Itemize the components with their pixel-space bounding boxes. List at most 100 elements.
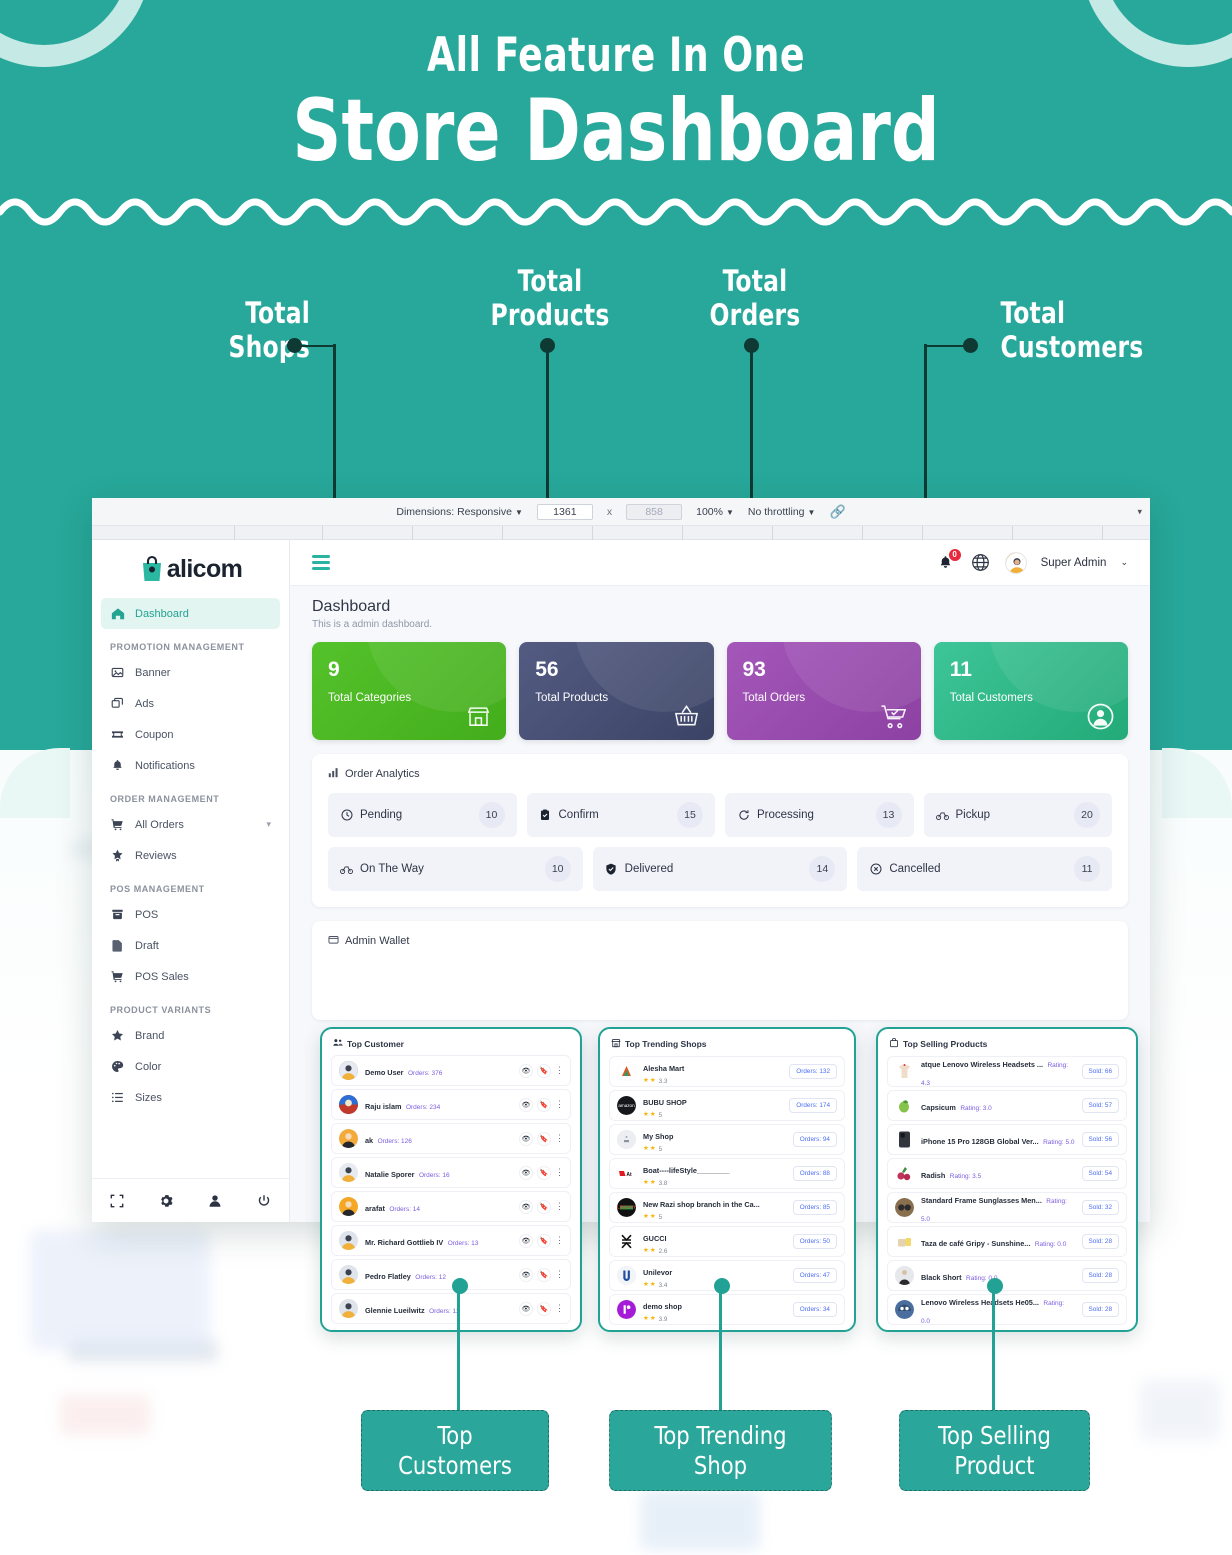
user-name[interactable]: Super Admin	[1041, 557, 1107, 569]
sidebar-item-notifications[interactable]: Notifications	[101, 750, 280, 781]
list-item[interactable]: Pedro Flatley Orders: 12 👁 🔖 ⋮	[331, 1259, 571, 1290]
sidebar-item-coupon[interactable]: Coupon	[101, 719, 280, 750]
list-item[interactable]: Radish Rating: 3.5 Sold: 54	[887, 1158, 1127, 1189]
list-item[interactable]: Black Short Rating: 0.0 Sold: 28	[887, 1260, 1127, 1291]
stat-card-total-products[interactable]: 56 Total Products	[519, 642, 714, 740]
globe-icon[interactable]	[971, 553, 991, 573]
gear-icon[interactable]	[159, 1194, 173, 1208]
sidebar-item-reviews[interactable]: Reviews	[101, 840, 280, 871]
eye-icon[interactable]: 👁	[519, 1301, 533, 1316]
sidebar-item-dashboard[interactable]: Dashboard	[101, 598, 280, 629]
bookmark-icon[interactable]: 🔖	[537, 1063, 551, 1078]
list-item[interactable]: Demo User Orders: 376 👁 🔖 ⋮	[331, 1055, 571, 1086]
shop-logo	[617, 1300, 636, 1319]
viewport-height-input[interactable]: 858	[626, 503, 683, 520]
sidebar-item-sizes[interactable]: Sizes	[101, 1082, 280, 1113]
list-item-meta: demo shop ★ ★ 3.9	[643, 1296, 786, 1323]
bookmark-icon[interactable]: 🔖	[537, 1131, 551, 1146]
toolbar-overflow-caret[interactable]: ▾	[1137, 506, 1142, 517]
brand-logo[interactable]: alicom	[92, 540, 289, 598]
list-item[interactable]: Glennie Lueilwitz Orders: 11 👁 🔖 ⋮	[331, 1293, 571, 1324]
sidebar-item-ads[interactable]: Ads	[101, 688, 280, 719]
eye-icon[interactable]: 👁	[519, 1063, 533, 1078]
eye-icon[interactable]: 👁	[519, 1131, 533, 1146]
row-actions: 👁 🔖 ⋮	[519, 1097, 564, 1112]
list-item[interactable]: Raju islam Orders: 234 👁 🔖 ⋮	[331, 1089, 571, 1120]
list-item[interactable]: Alesha Mart ★ ★ 3.3 Orders: 132	[609, 1056, 845, 1087]
list-item[interactable]: Mr. Richard Gottlieb IV Orders: 13 👁 🔖 ⋮	[331, 1225, 571, 1256]
order-status-processing[interactable]: Processing 13	[725, 793, 914, 837]
dimensions-select[interactable]: Dimensions: Responsive ▼	[396, 506, 522, 518]
more-options-icon[interactable]: ⋮	[555, 1235, 564, 1246]
more-options-icon[interactable]: ⋮	[555, 1133, 564, 1144]
list-item[interactable]: LEGACY New Razi shop branch in the Ca...…	[609, 1192, 845, 1223]
devtools-responsive-toolbar[interactable]: Dimensions: Responsive ▼ 1361 x 858 100% ▼…	[92, 498, 1150, 526]
list-item[interactable]: demo shop ★ ★ 3.9 Orders: 34	[609, 1294, 845, 1325]
throttling-select[interactable]: No throttling ▼	[748, 506, 816, 518]
eye-icon[interactable]: 👁	[519, 1097, 533, 1112]
product-name: Capsicum	[921, 1102, 956, 1112]
bookmark-icon[interactable]: 🔖	[537, 1301, 551, 1316]
user-icon[interactable]	[208, 1194, 222, 1208]
shop-name: Alesha Mart	[643, 1064, 685, 1074]
list-item[interactable]: arafat Orders: 14 👁 🔖 ⋮	[331, 1191, 571, 1222]
link-icon[interactable]: 🔗	[829, 504, 845, 520]
stat-card-total-categories[interactable]: 9 Total Categories	[312, 642, 507, 740]
order-status-delivered[interactable]: Delivered 14	[592, 847, 848, 891]
list-item[interactable]: atque Lenovo Wireless Headsets ... Ratin…	[887, 1056, 1127, 1087]
bookmark-icon[interactable]: 🔖	[537, 1097, 551, 1112]
order-status-label: Confirm	[558, 809, 599, 821]
list-item[interactable]: GUCCI ★ ★ 2.6 Orders: 50	[609, 1226, 845, 1257]
list-item[interactable]: Natalie Sporer Orders: 16 👁 🔖 ⋮	[331, 1157, 571, 1188]
more-options-icon[interactable]: ⋮	[555, 1099, 564, 1110]
fullscreen-icon[interactable]	[110, 1194, 124, 1208]
list-item[interactable]: amazon BUBU SHOP ★ ★ 5 Orders: 174	[609, 1090, 845, 1121]
order-status-pending[interactable]: Pending 10	[328, 793, 517, 837]
chevron-down-icon[interactable]: ⌄	[1120, 557, 1128, 568]
order-status-on-the-way[interactable]: On The Way 10	[328, 847, 583, 891]
order-status-pickup[interactable]: Pickup 20	[923, 793, 1112, 837]
power-icon[interactable]	[257, 1194, 271, 1208]
menu-toggle-icon[interactable]	[312, 555, 330, 570]
shop-name: demo shop	[643, 1302, 682, 1312]
sidebar-item-color[interactable]: Color	[101, 1051, 280, 1082]
stat-card-total-customers[interactable]: 11 Total Customers	[933, 642, 1128, 740]
sidebar-item-label: Notifications	[135, 759, 195, 772]
viewport-width-input[interactable]: 1361	[536, 503, 593, 520]
notifications-button[interactable]: 0	[935, 547, 962, 574]
eye-icon[interactable]: 👁	[519, 1165, 533, 1180]
eye-icon[interactable]: 👁	[519, 1233, 533, 1248]
list-item[interactable]: My Shop ★ ★ 5 Orders: 94	[609, 1124, 845, 1155]
sidebar-item-pos[interactable]: POS	[101, 899, 280, 930]
sidebar-item-brand[interactable]: Brand	[101, 1020, 280, 1051]
list-item[interactable]: Taza de café Gripy - Sunshine... Rating:…	[887, 1226, 1127, 1257]
stat-card-total-orders[interactable]: 93 Total Orders	[726, 642, 921, 740]
more-options-icon[interactable]: ⋮	[555, 1065, 564, 1076]
more-options-icon[interactable]: ⋮	[555, 1303, 564, 1314]
more-options-icon[interactable]: ⋮	[555, 1269, 564, 1280]
clock-icon	[340, 809, 353, 822]
avatar[interactable]	[1004, 551, 1027, 574]
order-analytics-title-row: Order Analytics	[328, 767, 1112, 781]
bookmark-icon[interactable]: 🔖	[537, 1199, 551, 1214]
bookmark-icon[interactable]: 🔖	[537, 1165, 551, 1180]
sidebar-item-banner[interactable]: Banner	[101, 657, 280, 688]
list-item[interactable]: Standard Frame Sunglasses Men... Rating:…	[887, 1192, 1127, 1223]
more-options-icon[interactable]: ⋮	[555, 1201, 564, 1212]
sidebar-item-all-orders[interactable]: All Orders ▾	[101, 809, 280, 840]
order-status-confirm[interactable]: Confirm 15	[526, 793, 715, 837]
list-item[interactable]: At Boat----lifeStyle________ ★ ★ 3.8 Order…	[609, 1158, 845, 1189]
bookmark-icon[interactable]: 🔖	[537, 1233, 551, 1248]
list-item[interactable]: iPhone 15 Pro 128GB Global Ver... Rating…	[887, 1124, 1127, 1155]
list-item[interactable]: Lenovo Wireless Headsets He05... Rating:…	[887, 1294, 1127, 1325]
list-item[interactable]: ak Orders: 126 👁 🔖 ⋮	[331, 1123, 571, 1154]
sidebar-item-pos-sales[interactable]: POS Sales	[101, 961, 280, 992]
more-options-icon[interactable]: ⋮	[555, 1167, 564, 1178]
list-item[interactable]: Capsicum Rating: 3.0 Sold: 57	[887, 1090, 1127, 1121]
order-status-cancelled[interactable]: Cancelled 11	[857, 847, 1113, 891]
sidebar-item-draft[interactable]: Draft	[101, 930, 280, 961]
eye-icon[interactable]: 👁	[519, 1267, 533, 1282]
eye-icon[interactable]: 👁	[519, 1199, 533, 1214]
zoom-select[interactable]: 100% ▼	[696, 506, 734, 518]
bookmark-icon[interactable]: 🔖	[537, 1267, 551, 1282]
